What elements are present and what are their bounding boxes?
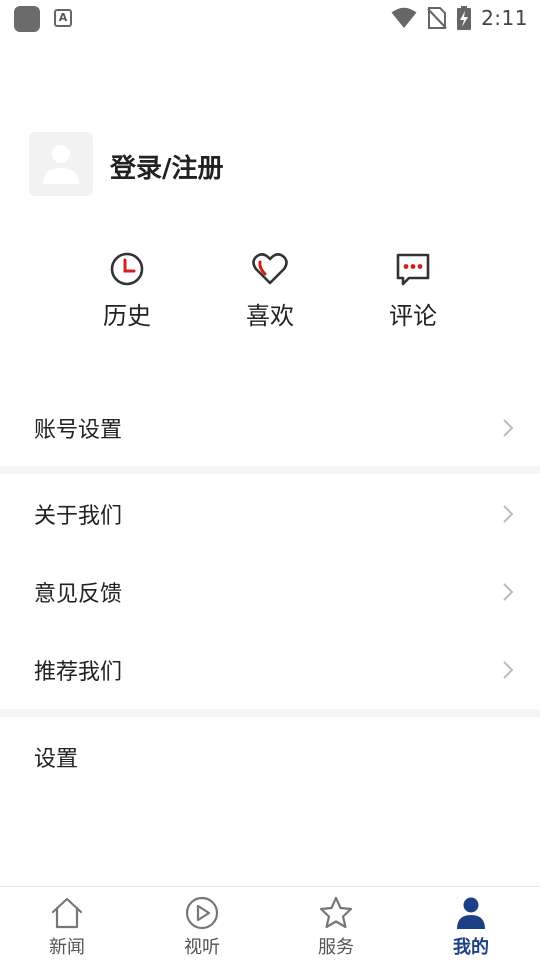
battery-charging-icon <box>457 6 472 30</box>
avatar[interactable] <box>29 132 93 196</box>
comments-label: 评论 <box>389 302 437 330</box>
settings-item[interactable]: 设置 <box>0 718 540 796</box>
account-settings-item[interactable]: 账号设置 <box>0 389 540 467</box>
bottom-nav: 新闻 视听 服务 我的 <box>0 886 540 960</box>
person-icon <box>457 897 485 929</box>
clock-icon <box>110 252 144 286</box>
no-sim-icon <box>427 7 447 29</box>
comment-icon <box>396 253 430 286</box>
app-notification-icon <box>14 6 40 32</box>
likes-shortcut[interactable]: 喜欢 <box>220 250 320 331</box>
nav-tab-services[interactable]: 服务 <box>286 895 386 959</box>
history-label: 历史 <box>103 302 151 330</box>
section-divider <box>0 466 540 474</box>
chevron-right-icon <box>503 419 514 437</box>
default-avatar-icon <box>43 145 79 184</box>
nav-tab-media[interactable]: 视听 <box>152 895 252 959</box>
nav-tab-mine[interactable]: 我的 <box>421 895 521 959</box>
chevron-right-icon <box>503 505 514 523</box>
nav-news-label: 新闻 <box>49 937 85 958</box>
status-bar: A 2:11 <box>0 0 540 36</box>
feedback-item[interactable]: 意见反馈 <box>0 553 540 631</box>
chevron-right-icon <box>503 661 514 679</box>
chevron-right-icon <box>503 583 514 601</box>
likes-label: 喜欢 <box>246 302 294 330</box>
about-us-label: 关于我们 <box>34 504 123 529</box>
nav-media-label: 视听 <box>184 937 220 958</box>
a-notification-icon: A <box>54 9 72 27</box>
recommend-us-item[interactable]: 推荐我们 <box>0 631 540 709</box>
nav-services-label: 服务 <box>318 937 354 958</box>
history-shortcut[interactable]: 历史 <box>77 250 177 331</box>
comments-shortcut[interactable]: 评论 <box>363 250 463 331</box>
recommend-us-label: 推荐我们 <box>34 660 123 685</box>
star-icon <box>319 896 353 929</box>
feedback-label: 意见反馈 <box>34 582 123 607</box>
status-time: 2:11 <box>481 6 528 30</box>
login-register-link[interactable]: 登录/注册 <box>110 148 224 185</box>
about-us-item[interactable]: 关于我们 <box>0 475 540 553</box>
settings-label: 设置 <box>34 747 79 772</box>
shortcut-row: 历史 喜欢 评论 <box>0 250 540 340</box>
wifi-icon <box>391 7 417 28</box>
nav-tab-news[interactable]: 新闻 <box>17 895 117 959</box>
section-divider <box>0 709 540 717</box>
home-icon <box>51 897 83 929</box>
nav-mine-label: 我的 <box>453 937 489 958</box>
a-notification-text: A <box>58 11 68 24</box>
play-icon <box>185 896 219 930</box>
heart-icon <box>252 253 288 285</box>
account-settings-label: 账号设置 <box>34 418 123 443</box>
